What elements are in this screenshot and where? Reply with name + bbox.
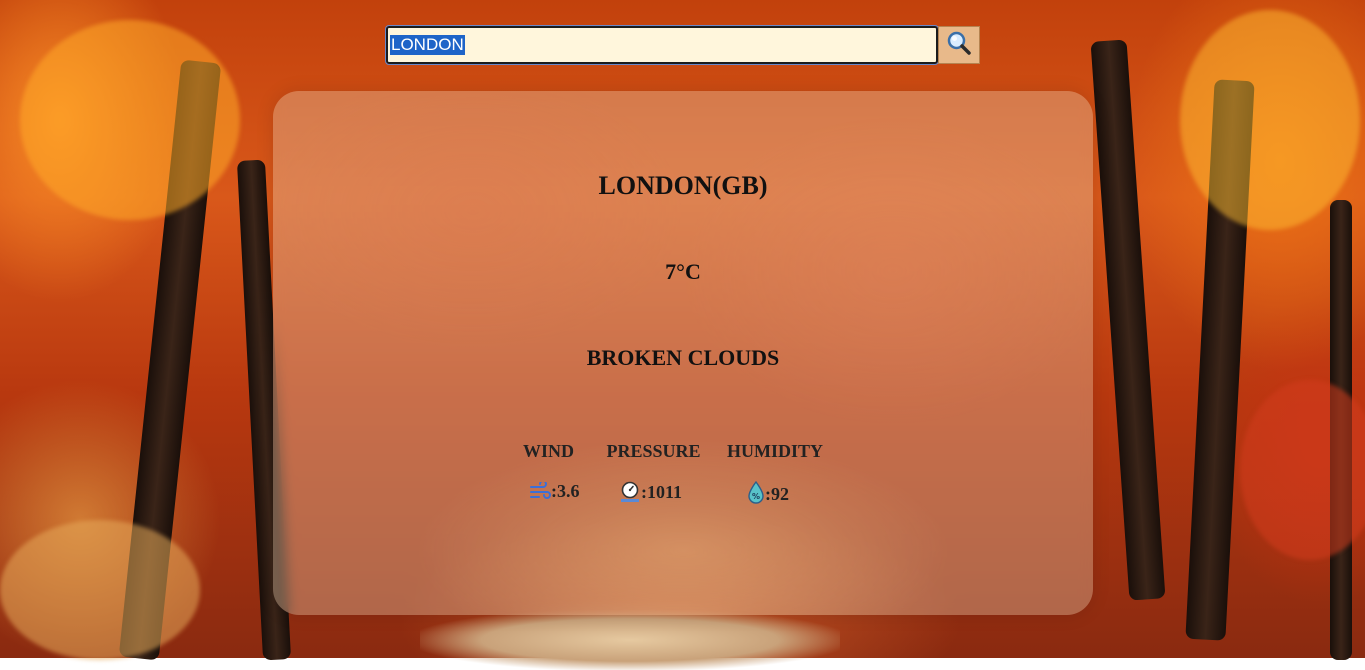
search-input-text: LONDON — [390, 35, 465, 55]
search-button[interactable] — [938, 26, 980, 64]
wind-label: WIND — [523, 441, 575, 461]
search-icon — [946, 30, 972, 61]
humidity-drop-icon: % — [747, 481, 765, 505]
pressure-label: PRESSURE — [606, 441, 701, 461]
weather-description: BROKEN CLOUDS — [586, 345, 780, 370]
city-name: LONDON(GB) — [598, 171, 768, 200]
pressure-stat: :1011 — [619, 481, 682, 503]
weather-stats: WIND PRESSURE HUMIDITY :3.6:1011 %:92 — [523, 441, 823, 504]
pressure-gauge-icon — [619, 481, 641, 503]
wind-icon — [529, 482, 551, 502]
svg-text:%: % — [752, 492, 760, 501]
search-bar: LONDON — [385, 25, 980, 65]
wind-stat: :3.6 — [529, 481, 580, 502]
wind-value: :3.6 — [551, 481, 580, 501]
humidity-value: :92 — [765, 484, 789, 504]
pressure-value: :1011 — [641, 482, 683, 502]
humidity-stat: % :92 — [747, 481, 789, 505]
city-search-input[interactable]: LONDON — [385, 25, 939, 65]
temperature: 7°C — [665, 259, 701, 284]
weather-card: LONDON(GB) 7°C BROKEN CLOUDS WIND PRESSU… — [273, 91, 1093, 615]
humidity-label: HUMIDITY — [726, 441, 823, 461]
